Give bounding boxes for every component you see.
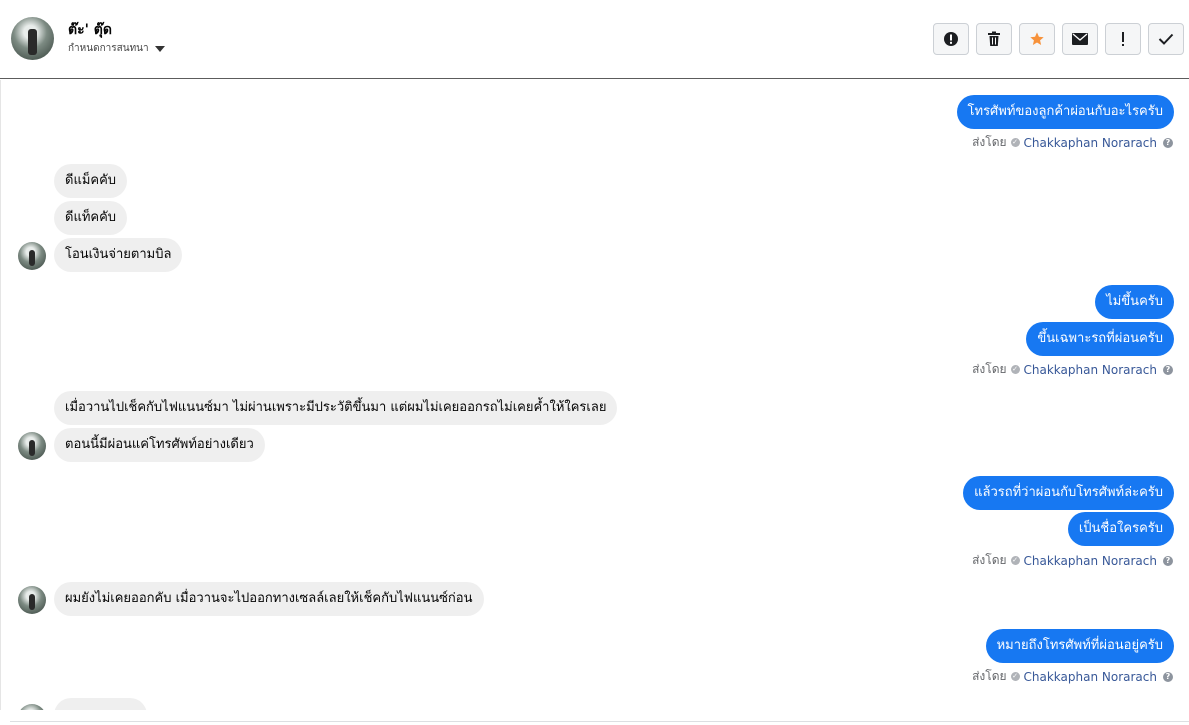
alert-circle-icon bbox=[944, 32, 958, 46]
incoming-message[interactable]: ผมยังไม่เคยออกคับ เมื่อวานจะไปออกทางเซลล… bbox=[54, 582, 484, 616]
verified-icon: ✓ bbox=[1010, 365, 1020, 374]
report-button[interactable] bbox=[933, 23, 969, 55]
outgoing-message[interactable]: ขึ้นเฉพาะรถที่ผ่อนครับ bbox=[1026, 322, 1174, 356]
agent-name-link[interactable]: Chakkaphan Norarach bbox=[1024, 363, 1157, 377]
done-button[interactable] bbox=[1148, 23, 1184, 55]
sender-avatar[interactable] bbox=[18, 432, 46, 460]
exclamation-icon bbox=[1122, 32, 1124, 46]
sent-by-line: ส่งโดย ✓ Chakkaphan Norarach ? bbox=[972, 667, 1173, 686]
help-icon[interactable]: ? bbox=[1163, 364, 1173, 375]
help-icon[interactable]: ? bbox=[1163, 137, 1173, 148]
contact-avatar[interactable] bbox=[11, 17, 54, 60]
outgoing-message[interactable]: แล้วรถที่ว่าผ่อนกับโทรศัพท์ล่ะครับ bbox=[963, 476, 1174, 510]
sender-avatar[interactable] bbox=[18, 242, 46, 270]
outgoing-message[interactable]: ไม่ขึ้นครับ bbox=[1095, 285, 1174, 319]
agent-name-link[interactable]: Chakkaphan Norarach bbox=[1024, 554, 1157, 568]
sent-by-line: ส่งโดย ✓ Chakkaphan Norarach ? bbox=[972, 551, 1173, 570]
check-icon bbox=[1158, 33, 1174, 45]
incoming-message[interactable]: ดีแม็คคับ bbox=[54, 164, 128, 198]
spam-button[interactable] bbox=[1105, 23, 1141, 55]
incoming-message[interactable]: ดีแท็คคับ bbox=[54, 201, 128, 235]
message-thread[interactable]: โทรศัพท์ของลูกค้าผ่อนกับอะไรครับ ส่งโดย … bbox=[0, 80, 1189, 710]
sender-avatar[interactable] bbox=[18, 704, 46, 710]
sent-by-line: ส่งโดย ✓ Chakkaphan Norarach ? bbox=[972, 133, 1173, 152]
outgoing-message[interactable]: โทรศัพท์ของลูกค้าผ่อนกับอะไรครับ bbox=[956, 95, 1174, 129]
incoming-message[interactable]: เมื่อวานไปเช็คกับไฟแนนซ์มา ไม่ผ่านเพราะม… bbox=[54, 391, 618, 425]
trash-icon bbox=[988, 31, 1000, 46]
outgoing-message[interactable]: หมายถึงโทรศัพท์ที่ผ่อนอยู่ครับ bbox=[985, 629, 1174, 663]
envelope-icon bbox=[1072, 33, 1088, 45]
action-toolbar bbox=[933, 23, 1184, 55]
star-icon bbox=[1030, 32, 1044, 45]
incoming-message-partial[interactable] bbox=[54, 698, 147, 710]
delete-button[interactable] bbox=[976, 23, 1012, 55]
sent-by-line: ส่งโดย ✓ Chakkaphan Norarach ? bbox=[972, 360, 1173, 379]
caret-down-icon bbox=[154, 45, 165, 52]
conversation-settings-dropdown[interactable]: กำหนดการสนทนา bbox=[68, 41, 165, 56]
sent-by-prefix: ส่งโดย bbox=[972, 362, 1007, 376]
outgoing-message[interactable]: เป็นชื่อใครครับ bbox=[1067, 512, 1174, 546]
help-icon[interactable]: ? bbox=[1163, 555, 1173, 566]
agent-name-link[interactable]: Chakkaphan Norarach bbox=[1024, 670, 1157, 684]
contact-name[interactable]: ต๊ะ' ตุ๊ด bbox=[68, 19, 112, 41]
incoming-message[interactable]: ตอนนี้มีผ่อนแค่โทรศัพท์อย่างเดียว bbox=[54, 428, 265, 462]
sender-avatar[interactable] bbox=[18, 586, 46, 614]
help-icon[interactable]: ? bbox=[1163, 671, 1173, 682]
composer-divider bbox=[10, 721, 1189, 722]
incoming-message[interactable]: โอนเงินจ่ายตามบิล bbox=[54, 238, 183, 272]
verified-icon: ✓ bbox=[1010, 556, 1020, 565]
conversation-settings-label: กำหนดการสนทนา bbox=[68, 43, 149, 54]
verified-icon: ✓ bbox=[1010, 138, 1020, 147]
verified-icon: ✓ bbox=[1010, 672, 1020, 681]
mark-unread-button[interactable] bbox=[1062, 23, 1098, 55]
conversation-header: ต๊ะ' ตุ๊ด กำหนดการสนทนา bbox=[0, 0, 1189, 79]
sent-by-prefix: ส่งโดย bbox=[972, 553, 1007, 567]
star-button[interactable] bbox=[1019, 23, 1055, 55]
agent-name-link[interactable]: Chakkaphan Norarach bbox=[1024, 136, 1157, 150]
sent-by-prefix: ส่งโดย bbox=[972, 135, 1007, 149]
sent-by-prefix: ส่งโดย bbox=[972, 669, 1007, 683]
